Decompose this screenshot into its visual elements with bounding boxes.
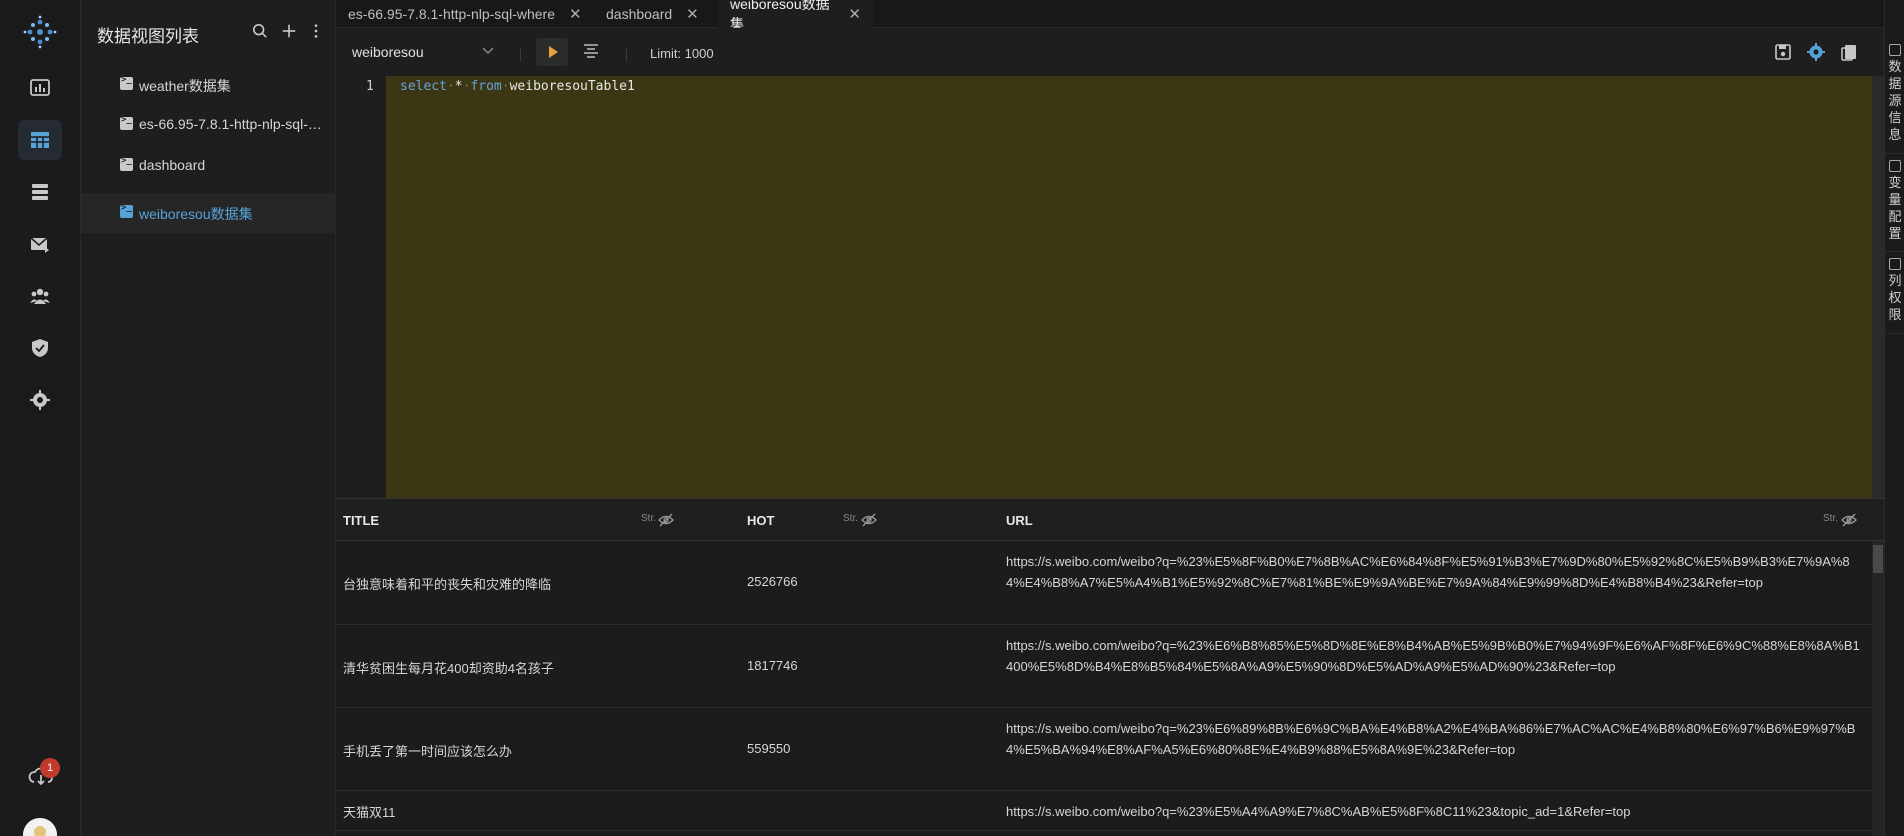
sidebar-item-weiboresou[interactable]: weiboresou数据集 [81,193,336,233]
dashboard-chart-icon[interactable] [18,68,62,108]
sidebar-item-es-nlp-sql[interactable]: es-66.95-7.8.1-http-nlp-sql-where [81,105,336,145]
info-doc-icon [1889,44,1901,56]
scrollbar-thumb[interactable] [1873,545,1883,573]
sidebar-item-dashboard[interactable]: dashboard [81,146,336,186]
cell-hot: 559550 [747,741,791,756]
sidebar-item-label: es-66.95-7.8.1-http-nlp-sql-where [139,116,329,132]
panel-tab-label: 数据源信息 [1888,59,1902,142]
source-select[interactable]: weiboresou [344,38,504,66]
table-row[interactable]: 台独意味着和平的丧失和灾难的降临 2526766 https://s.weibo… [336,541,1872,625]
sql-view-icon [120,203,133,218]
cell-title: 台独意味着和平的丧失和灾难的降临 [343,577,552,592]
tab-weiboresou[interactable]: weiboresou数据集 ✕ [718,0,873,32]
cell-url: https://s.weibo.com/weibo?q=%23%E6%B8%85… [1006,638,1860,674]
sql-code-line[interactable]: select·*·from·weiboresouTable1 [400,79,635,94]
sidebar-header: 数据视图列表 [81,0,336,64]
sidebar-item-label: weiboresou数据集 [139,206,253,222]
notification-badge: 1 [40,758,60,778]
variable-config-tab[interactable]: 变量配置 [1885,160,1904,252]
more-vertical-icon[interactable] [305,20,327,42]
cell-title: 清华贫困生每月花400却资助4名孩子 [343,661,554,676]
main-panel: es-66.95-7.8.1-http-nlp-sql-where ✕ dash… [336,0,1884,836]
tab-label: es-66.95-7.8.1-http-nlp-sql-where [348,6,555,22]
table-row[interactable]: 手机丢了第一时间应该怎么办 559550 https://s.weibo.com… [336,708,1872,791]
tab-es-nlp-sql[interactable]: es-66.95-7.8.1-http-nlp-sql-where ✕ [336,0,594,28]
cell-hot: 2526766 [747,574,798,589]
sql-view-icon [120,156,133,171]
editor-scrollbar[interactable] [1872,76,1884,498]
members-group-icon[interactable] [18,276,62,316]
source-select-value: weiboresou [352,44,424,60]
table-row[interactable]: 清华贫困生每月花400却资助4名孩子 1817746 https://s.wei… [336,625,1872,708]
cell-hot: 1817746 [747,658,798,673]
limit-label[interactable]: Limit: 1000 [650,46,714,61]
toolbar-divider [626,48,627,62]
app-logo-icon[interactable] [22,14,58,50]
tab-dashboard[interactable]: dashboard ✕ [594,0,718,28]
cell-title: 手机丢了第一时间应该怎么办 [343,744,513,759]
schedule-mail-icon[interactable] [18,224,62,264]
editor-gutter: 1 [336,76,386,498]
settings-gear-icon[interactable] [18,380,62,420]
eye-off-icon[interactable] [658,512,674,528]
cell-url: https://s.weibo.com/weibo?q=%23%E6%89%8B… [1006,721,1856,757]
sidebar-item-label: weather数据集 [139,78,231,94]
icon-rail: 1 [0,0,81,836]
sql-keyword: from [470,79,502,94]
close-icon[interactable]: ✕ [686,5,699,23]
format-lines-icon[interactable] [582,42,600,60]
column-header-title[interactable]: TITLE [343,499,379,541]
panel-tab-label: 变量配置 [1888,175,1902,241]
app-window: 1 数据视图列表 weather数据集 es-66.95-7.8.1-http-… [0,0,1904,836]
sql-view-icon [120,115,133,130]
datasource-info-tab[interactable]: 数据源信息 [1885,44,1904,154]
sql-keyword: select [400,79,447,94]
table-scrollbar[interactable] [1872,541,1884,836]
sidebar-item-label: dashboard [139,157,206,173]
close-icon[interactable]: ✕ [569,5,582,23]
column-type: Str. [641,513,657,524]
column-type: Str. [843,513,859,524]
line-number: 1 [366,79,374,94]
tab-bar: es-66.95-7.8.1-http-nlp-sql-where ✕ dash… [336,0,1884,32]
shield-icon [1889,258,1901,270]
panel-tab-label: 列权限 [1888,273,1902,322]
sidebar-item-weather[interactable]: weather数据集 [81,65,336,105]
results-table: TITLE Str. HOT Str. URL Str. 台独意味着和平的丧失和… [336,498,1884,836]
right-config-panel: 数据源信息 变量配置 列权限 [1884,0,1904,836]
user-avatar[interactable] [23,818,57,836]
table-header: TITLE Str. HOT Str. URL Str. [336,499,1884,541]
sql-view-icon [120,75,133,90]
sidebar-title: 数据视图列表 [97,27,199,46]
close-icon[interactable]: ✕ [848,5,861,23]
search-icon[interactable] [249,20,271,42]
run-play-button[interactable] [536,38,568,66]
eye-off-icon[interactable] [861,512,877,528]
sql-editor[interactable]: 1 select·*·from·weiboresouTable1 [336,76,1884,498]
column-header-hot[interactable]: HOT [747,499,774,541]
view-settings-gear-icon[interactable] [1806,42,1826,62]
dataview-sidebar: 数据视图列表 weather数据集 es-66.95-7.8.1-http-nl… [81,0,336,836]
table-row[interactable]: 天猫双11 https://s.weibo.com/weibo?q=%23%E5… [336,791,1872,831]
toolbar-divider [520,48,521,62]
editor-toolbar: weiboresou Limit: 1000 [336,28,1884,76]
add-icon[interactable] [278,20,300,42]
tab-label: dashboard [606,6,673,22]
save-icon[interactable] [1773,42,1793,62]
sql-table-name: weiboresouTable1 [509,79,635,94]
column-type: Str. [1823,513,1839,524]
permission-shield-icon[interactable] [18,328,62,368]
datasource-stack-icon[interactable] [18,172,62,212]
sql-star: * [454,79,463,94]
copy-icon[interactable] [1839,42,1859,62]
eye-off-icon[interactable] [1841,512,1857,528]
cell-title: 天猫双11 [343,805,396,820]
column-header-url[interactable]: URL [1006,499,1033,541]
cell-url: https://s.weibo.com/weibo?q=%23%E5%A4%A9… [1006,804,1631,819]
column-permission-tab[interactable]: 列权限 [1885,258,1904,334]
cell-url: https://s.weibo.com/weibo?q=%23%E5%8F%B0… [1006,554,1850,590]
dataview-table-icon[interactable] [18,120,62,160]
chevron-down-icon [482,44,494,58]
function-icon [1889,160,1901,172]
